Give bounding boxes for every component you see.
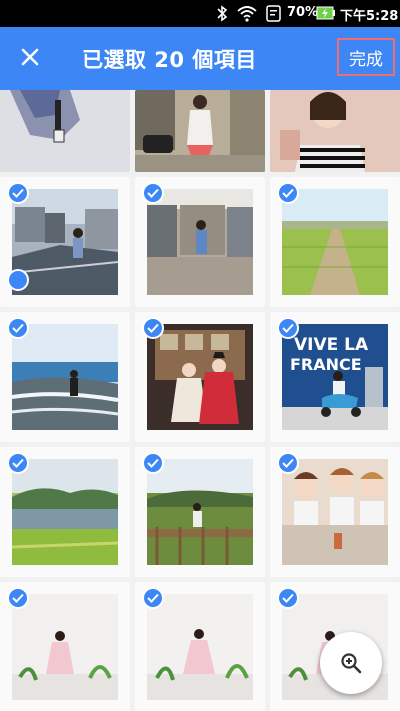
photo-thumbnail: [135, 90, 265, 172]
check-icon[interactable]: [7, 587, 29, 609]
checkmark-glyph: [12, 323, 24, 333]
selection-title: 已選取 20 個項目: [82, 48, 257, 72]
bluetooth-icon: [217, 5, 228, 22]
photo-caption-line-1: VIVE LA: [294, 335, 369, 355]
photo-tile[interactable]: [270, 90, 400, 172]
battery-charging-icon: [316, 6, 335, 20]
checkmark-glyph: [282, 323, 294, 333]
battery-percent: 70%: [287, 5, 319, 20]
photo-tile[interactable]: [135, 90, 265, 172]
check-icon[interactable]: [7, 452, 29, 474]
app-bar: 已選取 20 個項目 完成: [0, 27, 400, 90]
photo-grid: VIVE LA FRANCE: [0, 90, 400, 711]
checkmark-glyph: [12, 188, 24, 198]
zoom-in-icon: [341, 653, 362, 674]
checkmark-glyph: [147, 188, 159, 198]
zoom-button[interactable]: [320, 632, 382, 694]
close-button[interactable]: [10, 37, 50, 77]
checkmark-glyph: [282, 188, 294, 198]
photo-thumbnail: [270, 90, 400, 172]
check-icon[interactable]: [142, 182, 164, 204]
check-icon[interactable]: [277, 587, 299, 609]
photo-caption-line-2: FRANCE: [290, 355, 362, 374]
checkmark-glyph: [147, 323, 159, 333]
check-icon[interactable]: [142, 452, 164, 474]
check-icon[interactable]: [277, 317, 299, 339]
check-icon[interactable]: [142, 587, 164, 609]
done-button[interactable]: 完成: [337, 38, 395, 76]
wifi-icon: [237, 6, 257, 22]
checkmark-glyph: [12, 593, 24, 603]
check-icon[interactable]: [7, 317, 29, 339]
checkmark-glyph: [282, 458, 294, 468]
check-icon[interactable]: [7, 182, 29, 204]
check-icon[interactable]: [142, 317, 164, 339]
check-icon[interactable]: [277, 452, 299, 474]
close-icon: [21, 48, 39, 66]
status-bar: 70% 下午5:28: [0, 0, 400, 27]
checkmark-glyph: [147, 458, 159, 468]
photo-tile[interactable]: [0, 90, 130, 172]
check-icon[interactable]: [7, 269, 29, 291]
photo-thumbnail: [0, 90, 130, 172]
notification-icon: [266, 5, 281, 22]
checkmark-glyph: [282, 593, 294, 603]
checkmark-glyph: [147, 593, 159, 603]
clock: 下午5:28: [340, 9, 399, 24]
check-icon[interactable]: [277, 182, 299, 204]
checkmark-glyph: [12, 458, 24, 468]
